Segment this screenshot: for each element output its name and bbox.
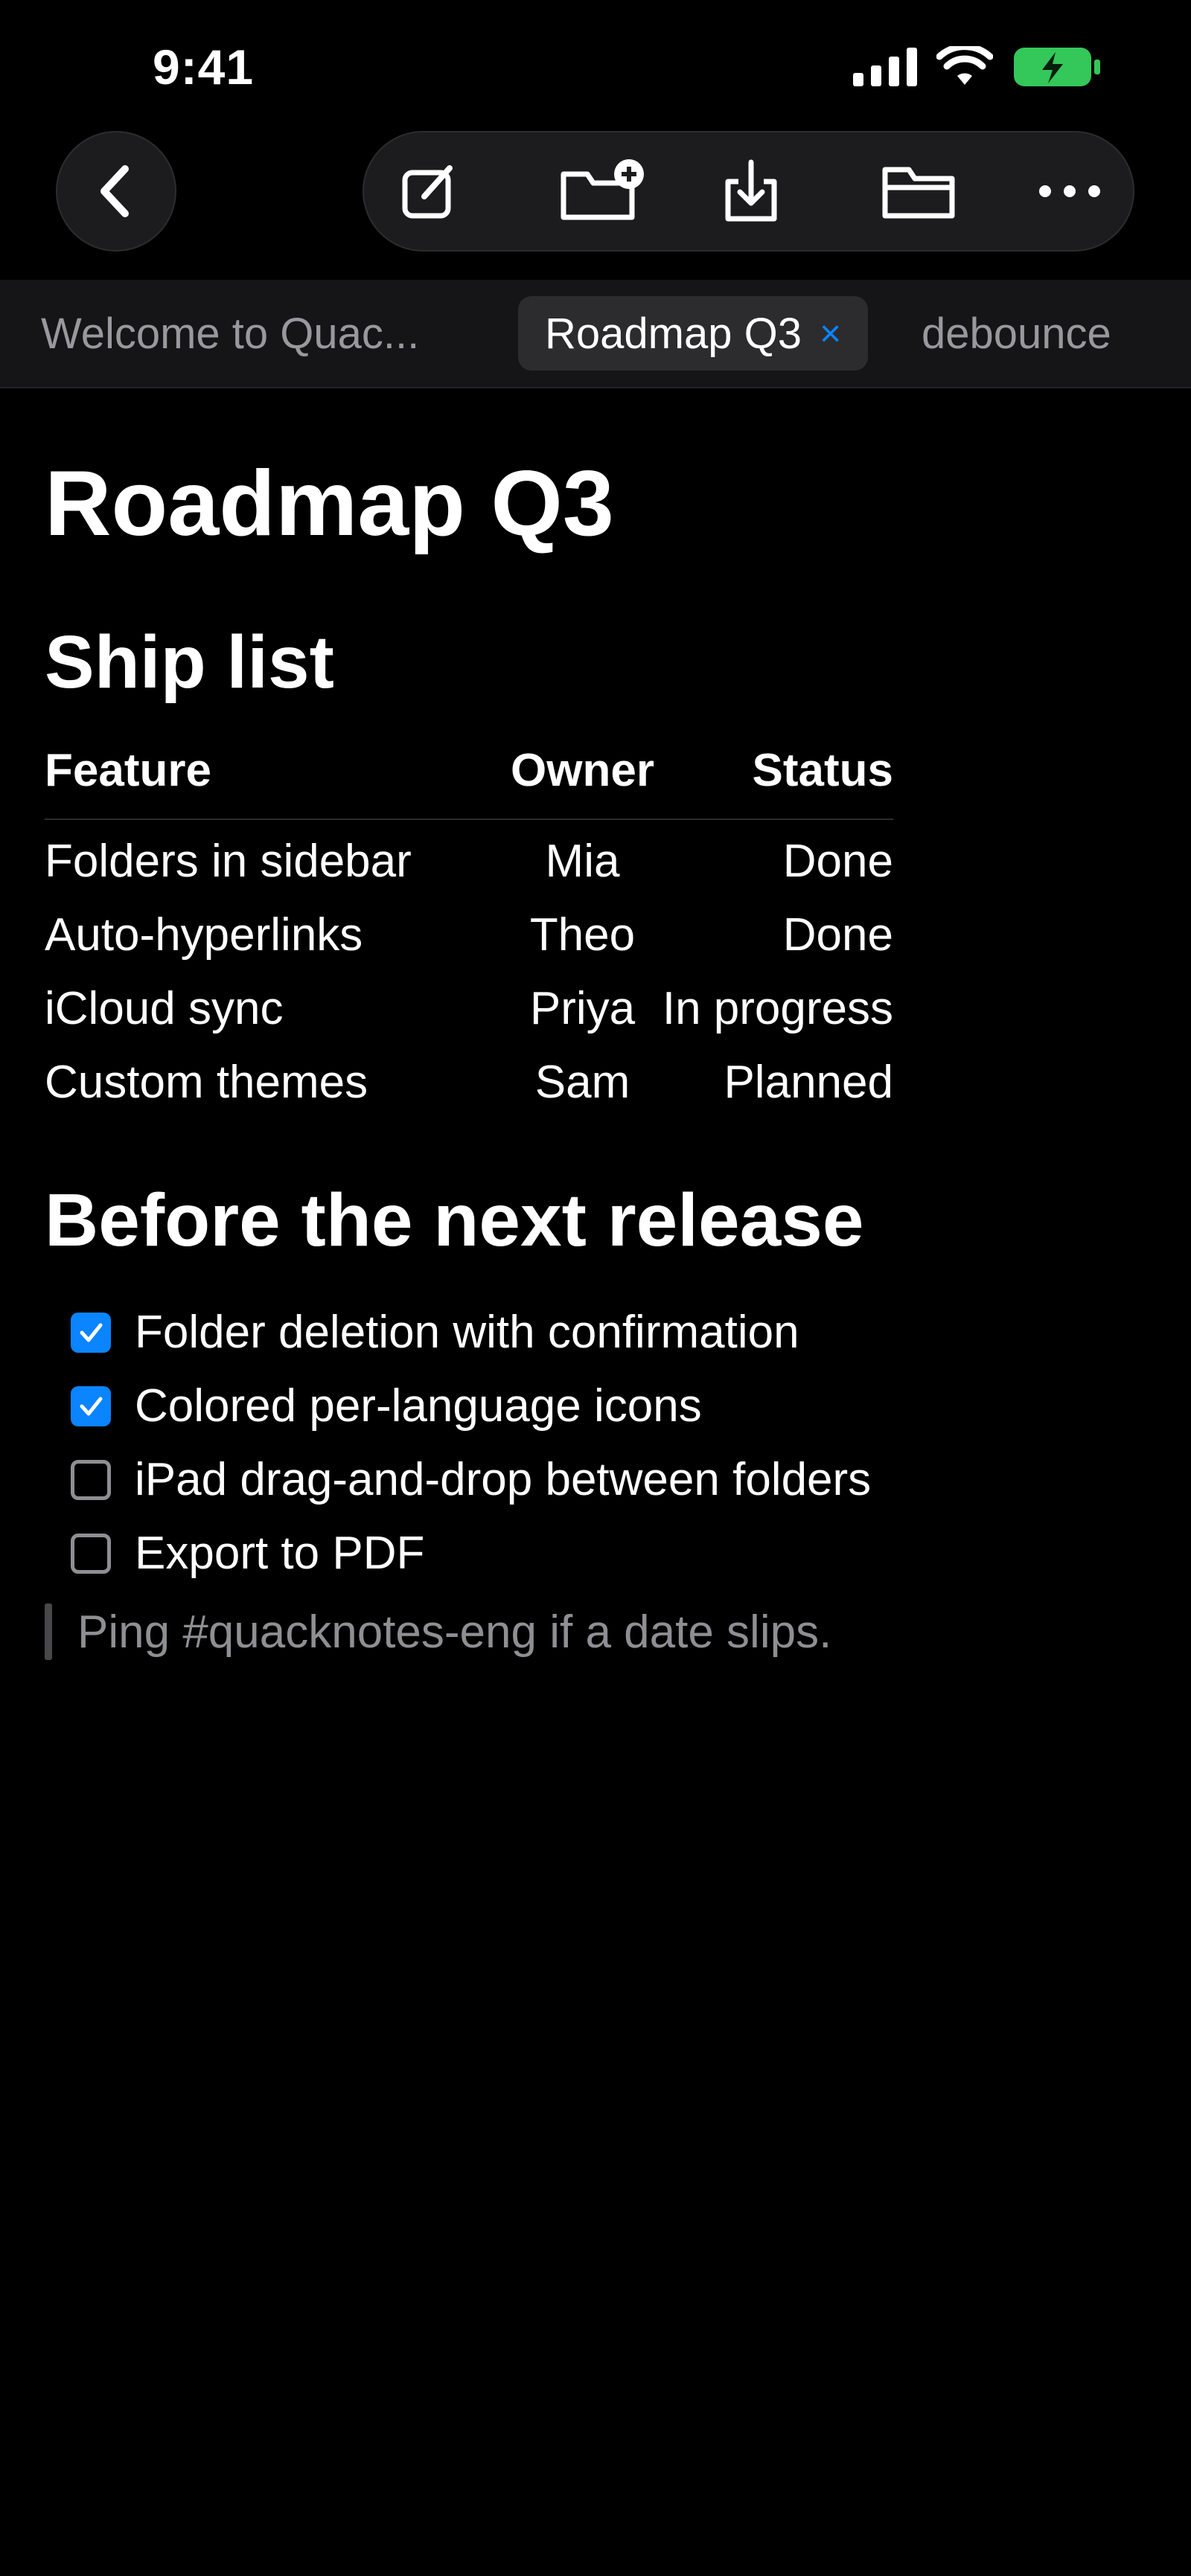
chevron-left-icon xyxy=(100,165,129,217)
table-cell-owner: Theo xyxy=(529,909,636,961)
download-button[interactable] xyxy=(718,158,785,225)
checkbox-unchecked[interactable] xyxy=(71,1533,111,1574)
folder-icon xyxy=(882,167,955,219)
checkbox-checked[interactable] xyxy=(71,1385,111,1426)
document-title: Roadmap Q3 xyxy=(45,452,614,555)
tab-label: Welcome to Quac... xyxy=(41,309,420,358)
battery-charging-icon xyxy=(1014,48,1100,86)
table-cell-owner: Mia xyxy=(545,836,620,887)
folder-button[interactable] xyxy=(878,158,959,225)
column-header-feature: Feature xyxy=(45,745,211,796)
status-icons xyxy=(853,46,1102,88)
blockquote: Ping #quacknotes-eng if a date slips. xyxy=(45,1603,831,1660)
column-header-status: Status xyxy=(752,745,893,796)
back-button[interactable] xyxy=(56,131,176,251)
table-cell-status: Planned xyxy=(724,1057,893,1108)
ship-list-heading: Ship list xyxy=(45,621,334,704)
cellular-signal-icon xyxy=(853,48,917,86)
checklist-item-label: Folder deletion with confirmation xyxy=(135,1307,799,1358)
download-icon xyxy=(725,159,777,222)
checklist-item[interactable]: Export to PDF xyxy=(71,1527,424,1580)
status-time: 9:41 xyxy=(153,39,255,94)
tab-welcome[interactable]: Welcome to Quac... xyxy=(41,296,419,371)
table-cell-status: Done xyxy=(782,909,893,961)
column-header-owner: Owner xyxy=(511,745,654,796)
table-cell-status: In progress xyxy=(662,983,893,1034)
more-button[interactable] xyxy=(1036,158,1103,225)
checkmark-icon xyxy=(80,1323,103,1342)
table-cell-feature: iCloud sync xyxy=(45,983,284,1034)
more-icon xyxy=(1039,185,1100,197)
status-bar: 9:41 xyxy=(0,0,1191,134)
blockquote-bar xyxy=(45,1603,52,1660)
tab-roadmap-q3[interactable]: Roadmap Q3 × xyxy=(518,296,869,371)
wifi-icon xyxy=(936,46,993,85)
table-cell-owner: Sam xyxy=(534,1057,630,1108)
tab-label: Roadmap Q3 xyxy=(545,309,802,358)
checkmark-icon xyxy=(80,1397,103,1415)
checkbox-unchecked[interactable] xyxy=(71,1459,111,1500)
tab-debounce[interactable]: debounce xyxy=(922,296,1111,371)
checklist-item[interactable]: iPad drag-and-drop between folders xyxy=(71,1453,871,1506)
compose-button[interactable] xyxy=(396,158,463,225)
checklist-item-label: Export to PDF xyxy=(135,1528,425,1579)
table-cell-feature: Folders in sidebar xyxy=(45,836,412,887)
table-cell-status: Done xyxy=(782,836,893,887)
tab-label: debounce xyxy=(922,309,1111,358)
tab-close-icon[interactable]: × xyxy=(820,312,841,355)
new-folder-icon xyxy=(561,159,644,220)
tab-bar: Welcome to Quac... Roadmap Q3 × debounce xyxy=(0,280,1191,388)
checklist-item[interactable]: Colored per-language icons xyxy=(71,1380,702,1432)
compose-icon xyxy=(402,165,453,219)
release-heading: Before the next release xyxy=(45,1179,864,1262)
checklist-item[interactable]: Folder deletion with confirmation xyxy=(71,1306,799,1359)
checklist-item-label: iPad drag-and-drop between folders xyxy=(135,1454,872,1505)
table-cell-feature: Auto-hyperlinks xyxy=(45,909,363,961)
table-divider xyxy=(45,818,893,820)
new-folder-button[interactable] xyxy=(558,158,647,225)
table-cell-feature: Custom themes xyxy=(45,1057,368,1108)
checklist-item-label: Colored per-language icons xyxy=(135,1380,702,1432)
document-toolbar xyxy=(363,131,1134,251)
blockquote-text: Ping #quacknotes-eng if a date slips. xyxy=(77,1606,832,1658)
checkbox-checked[interactable] xyxy=(71,1312,111,1353)
